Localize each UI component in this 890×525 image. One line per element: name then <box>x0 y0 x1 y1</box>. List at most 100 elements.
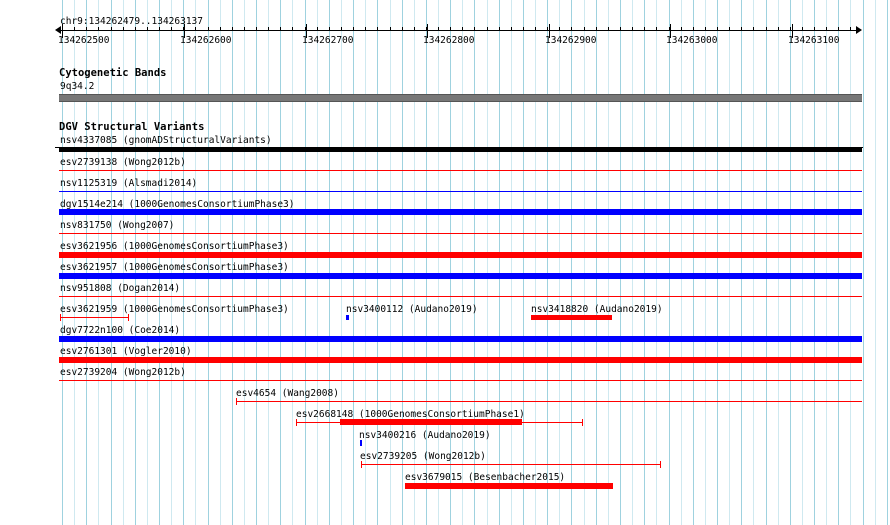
variant-label[interactable]: esv3621956 (1000GenomesConsortiumPhase3) <box>60 241 289 252</box>
grid-line <box>826 0 827 525</box>
variant-line[interactable] <box>59 191 862 192</box>
grid-line <box>535 0 536 525</box>
tick-label: 134263100 <box>788 35 840 46</box>
variant-label[interactable]: dgv7722n100 (Coe2014) <box>60 325 180 336</box>
grid-line <box>341 0 342 525</box>
variant-label[interactable]: esv2739138 (Wong2012b) <box>60 157 186 168</box>
grid-line <box>850 0 851 525</box>
variant-bar[interactable] <box>346 315 349 320</box>
grid-line <box>729 0 730 525</box>
minor-tick <box>656 27 657 30</box>
variant-range-cap <box>660 461 661 468</box>
grid-line <box>559 0 560 525</box>
minor-tick <box>766 27 767 30</box>
variant-bar[interactable] <box>405 483 613 489</box>
variant-bar[interactable] <box>59 336 862 342</box>
minor-tick <box>571 27 572 30</box>
variant-label[interactable]: nsv3400216 (Audano2019) <box>359 430 491 441</box>
grid-line <box>802 0 803 525</box>
variant-line[interactable] <box>59 296 862 297</box>
minor-tick <box>353 27 354 30</box>
grid-line <box>705 0 706 525</box>
minor-tick <box>208 27 209 30</box>
scroll-left-arrow-icon[interactable] <box>55 26 61 34</box>
variant-label[interactable]: nsv831750 (Wong2007) <box>60 220 174 231</box>
grid-line <box>511 0 512 525</box>
minor-tick <box>826 27 827 30</box>
tick-label: 134262600 <box>180 35 232 46</box>
variant-line[interactable] <box>59 233 862 234</box>
minor-tick <box>535 27 536 30</box>
minor-tick <box>753 27 754 30</box>
scroll-right-arrow-icon[interactable] <box>856 26 862 34</box>
grid-line <box>462 0 463 525</box>
variant-label[interactable]: esv2761301 (Vogler2010) <box>60 346 192 357</box>
minor-tick <box>802 27 803 30</box>
grid-line <box>717 0 718 525</box>
minor-tick <box>86 27 87 30</box>
grid-line <box>402 0 403 525</box>
grid-line <box>875 0 876 525</box>
grid-line <box>499 0 500 525</box>
minor-tick <box>838 27 839 30</box>
minor-tick <box>620 27 621 30</box>
variant-range-line[interactable] <box>361 464 660 465</box>
variant-label[interactable]: esv2739205 (Wong2012b) <box>360 451 486 462</box>
variant-bar[interactable] <box>59 357 862 363</box>
variant-bar[interactable] <box>59 209 862 215</box>
dgv-track-title: DGV Structural Variants <box>59 121 205 133</box>
variant-label[interactable]: esv3621959 (1000GenomesConsortiumPhase3) <box>60 304 289 315</box>
cytoband-label: 9q34.2 <box>60 81 95 92</box>
tick-label: 134262500 <box>58 35 110 46</box>
variant-bar[interactable] <box>340 419 522 425</box>
variant-bar[interactable] <box>59 252 862 258</box>
variant-bar[interactable] <box>59 147 862 152</box>
grid-line <box>887 0 888 525</box>
grid-line <box>838 0 839 525</box>
variant-label[interactable]: esv2739204 (Wong2012b) <box>60 367 186 378</box>
variant-label[interactable]: nsv4337085 (gnomADStructuralVariants) <box>60 135 272 146</box>
grid-line <box>596 0 597 525</box>
minor-tick <box>547 27 548 30</box>
minor-tick <box>414 27 415 30</box>
grid-line <box>487 0 488 525</box>
grid-line <box>790 0 791 525</box>
grid-line <box>584 0 585 525</box>
variant-label[interactable]: nsv1125319 (Alsmadi2014) <box>60 178 197 189</box>
variant-range-cap <box>361 461 362 468</box>
minor-tick <box>268 27 269 30</box>
variant-range-line[interactable] <box>60 317 128 318</box>
variant-label[interactable]: nsv951808 (Dogan2014) <box>60 283 180 294</box>
minor-tick <box>232 27 233 30</box>
location-label: chr9:134262479..134263137 <box>60 16 203 27</box>
variant-bar[interactable] <box>59 273 862 279</box>
variant-bar[interactable] <box>531 315 612 320</box>
minor-tick <box>256 27 257 30</box>
minor-tick <box>523 27 524 30</box>
variant-label[interactable]: nsv3418820 (Audano2019) <box>531 304 663 315</box>
grid-line <box>656 0 657 525</box>
minor-tick <box>365 27 366 30</box>
variant-label[interactable]: nsv3400112 (Audano2019) <box>346 304 478 315</box>
grid-line <box>863 0 864 525</box>
minor-tick <box>244 27 245 30</box>
minor-tick <box>220 27 221 30</box>
cytoband-bar[interactable] <box>59 94 862 102</box>
variant-label[interactable]: esv4654 (Wang2008) <box>236 388 339 399</box>
minor-tick <box>462 27 463 30</box>
minor-tick <box>778 27 779 30</box>
variant-line[interactable] <box>59 170 862 171</box>
minor-tick <box>584 27 585 30</box>
grid-line <box>741 0 742 525</box>
grid-line <box>438 0 439 525</box>
variant-range-line[interactable] <box>236 401 862 402</box>
variant-bar[interactable] <box>360 440 362 446</box>
variant-line[interactable] <box>59 380 862 381</box>
grid-line <box>778 0 779 525</box>
variant-range-cap <box>236 398 237 405</box>
minor-tick <box>850 27 851 30</box>
variant-label[interactable]: esv3621957 (1000GenomesConsortiumPhase3) <box>60 262 289 273</box>
grid-line <box>317 0 318 525</box>
variant-label[interactable]: esv3679015 (Besenbacher2015) <box>405 472 565 483</box>
grid-line <box>365 0 366 525</box>
